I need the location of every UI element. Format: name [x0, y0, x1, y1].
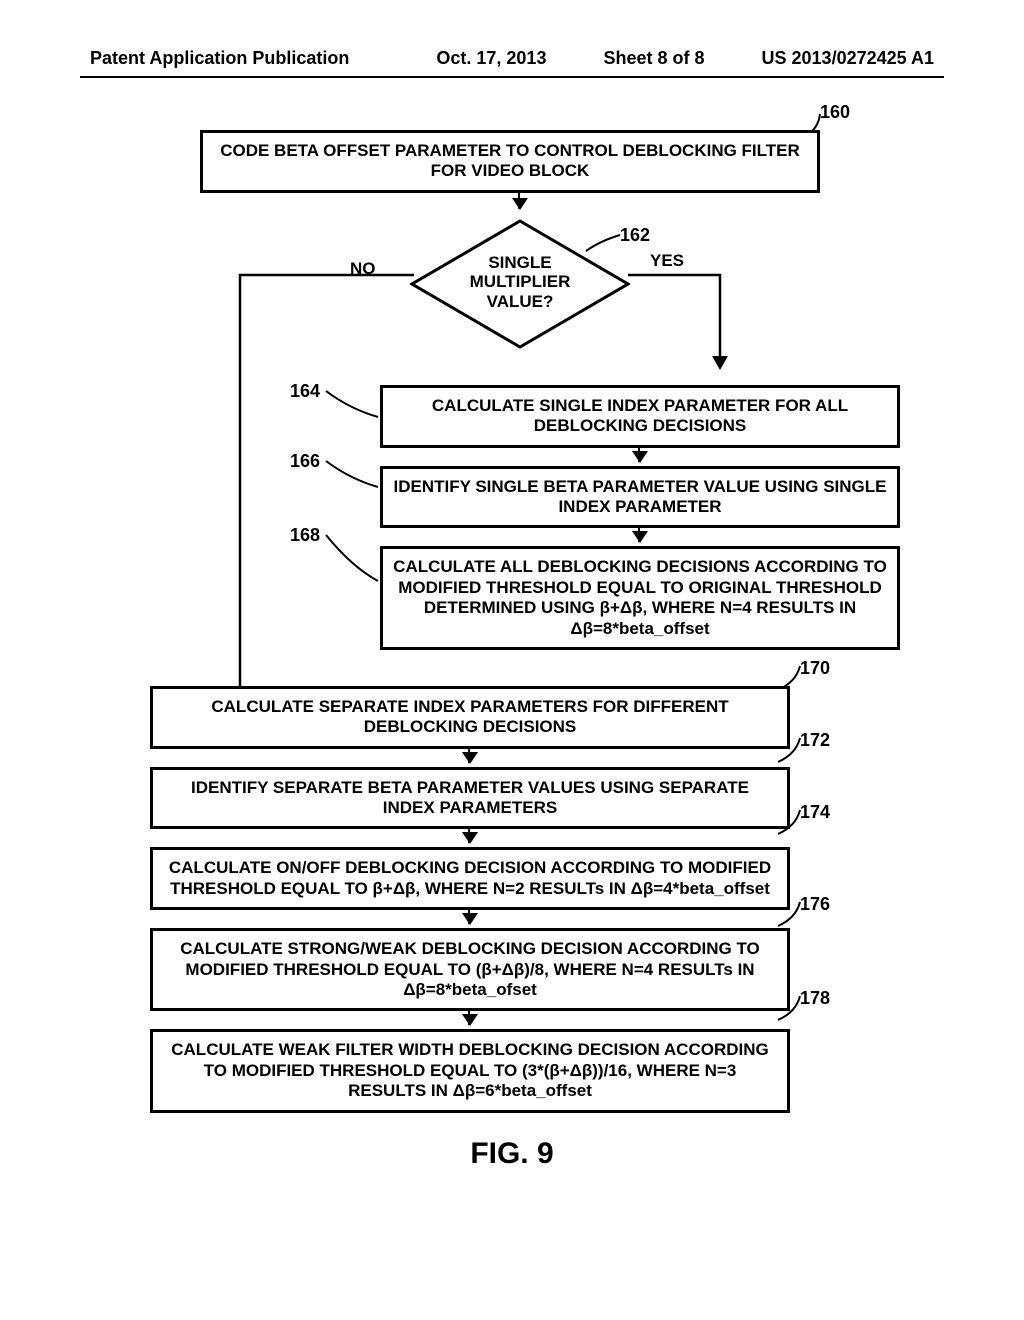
box-identify-separate-beta: IDENTIFY SEPARATE BETA PARAMETER VALUES …: [150, 767, 790, 830]
ref-168: 168: [290, 525, 320, 546]
ref-162: 162: [620, 225, 650, 246]
ref-174: 174: [800, 802, 830, 823]
arrow-y1-y2: [638, 448, 640, 462]
box-calc-onoff-deblocking: CALCULATE ON/OFF DEBLOCKING DECISION ACC…: [150, 847, 790, 910]
arrow-n1-n2: [468, 749, 470, 763]
flowchart: 160 CODE BETA OFFSET PARAMETER TO CONTRO…: [100, 130, 924, 1171]
page-header: Patent Application Publication Oct. 17, …: [0, 48, 1024, 69]
box-identify-single-beta: IDENTIFY SINGLE BETA PARAMETER VALUE USI…: [380, 466, 900, 529]
ref-176: 176: [800, 894, 830, 915]
ref-170: 170: [800, 658, 830, 679]
header-left: Patent Application Publication: [90, 48, 349, 69]
header-right: US 2013/0272425 A1: [762, 48, 934, 69]
arrow-n3-n4: [468, 910, 470, 924]
box-calc-single-index: CALCULATE SINGLE INDEX PARAMETER FOR ALL…: [380, 385, 900, 448]
box-calc-weak-filter-width: CALCULATE WEAK FILTER WIDTH DEBLOCKING D…: [150, 1029, 790, 1112]
decision-single-multiplier: SINGLE MULTIPLIER VALUE? NO YES 162: [410, 219, 630, 349]
ref-178: 178: [800, 988, 830, 1009]
box-calc-strongweak-deblocking: CALCULATE STRONG/WEAK DEBLOCKING DECISIO…: [150, 928, 790, 1011]
diamond-line2: MULTIPLIER: [410, 272, 630, 292]
ref-164: 164: [290, 381, 320, 402]
figure-caption: FIG. 9: [0, 1137, 1024, 1171]
ref-160: 160: [820, 102, 850, 123]
box-calc-separate-index: CALCULATE SEPARATE INDEX PARAMETERS FOR …: [150, 686, 790, 749]
arrow-n2-n3: [468, 829, 470, 843]
diamond-line1: SINGLE: [410, 253, 630, 273]
diamond-line3: VALUE?: [410, 292, 630, 312]
diamond-text: SINGLE MULTIPLIER VALUE?: [410, 253, 630, 312]
arrow-top-to-diamond: [518, 193, 520, 209]
arrow-y2-y3: [638, 528, 640, 542]
box-code-beta-offset: CODE BETA OFFSET PARAMETER TO CONTROL DE…: [200, 130, 820, 193]
ref-166: 166: [290, 451, 320, 472]
header-rule: [80, 76, 944, 78]
label-no: NO: [350, 259, 376, 279]
header-mid1: Oct. 17, 2013: [436, 48, 546, 69]
arrow-n4-n5: [468, 1011, 470, 1025]
box-calc-all-deblocking: CALCULATE ALL DEBLOCKING DECISIONS ACCOR…: [380, 546, 900, 650]
label-yes: YES: [650, 251, 684, 271]
yes-branch-group: 164 CALCULATE SINGLE INDEX PARAMETER FOR…: [100, 385, 924, 650]
header-mid2: Sheet 8 of 8: [603, 48, 704, 69]
no-branch-group: 170 CALCULATE SEPARATE INDEX PARAMETERS …: [100, 686, 924, 1113]
ref-172: 172: [800, 730, 830, 751]
